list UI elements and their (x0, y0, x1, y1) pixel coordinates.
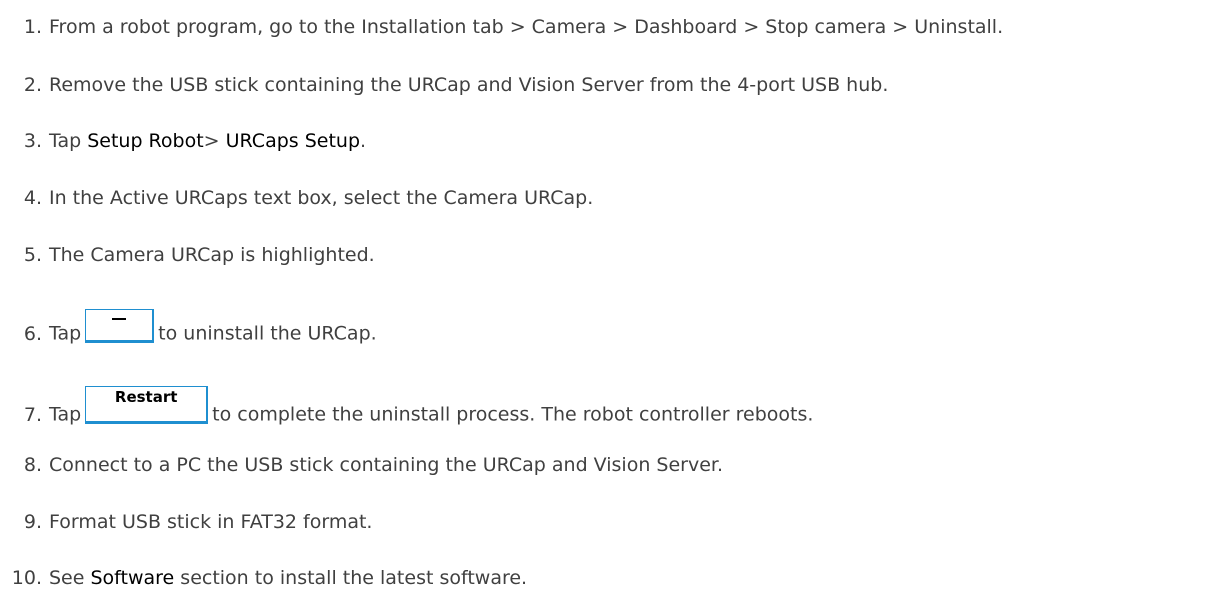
step-1: 1. From a robot program, go to the Instal… (0, 14, 1230, 40)
step-text-prefix: Tap (49, 322, 82, 345)
uninstall-minus-button[interactable] (85, 309, 155, 343)
step-text: Connect to a PC the USB stick containing… (49, 454, 724, 476)
step-number: 3. (23, 130, 42, 152)
step-number: 4. (23, 187, 42, 209)
step-number: 8. (23, 454, 42, 476)
uninstall-steps-list: 1. From a robot program, go to the Instal… (0, 0, 1230, 597)
step-number: 7. (23, 403, 42, 426)
step-number: 1. (23, 16, 42, 38)
step-10: 10. See Software section to install the l… (0, 565, 1230, 591)
step-number: 9. (23, 511, 42, 533)
step-text: Remove the USB stick containing the URCa… (49, 74, 889, 96)
step-text: Format USB stick in FAT32 format. (49, 511, 373, 533)
step-text: In the Active URCaps text box, select th… (49, 187, 594, 209)
step-number: 6. (23, 322, 42, 345)
step-text-prefix: See (49, 567, 91, 589)
step-number: 10. (11, 567, 42, 589)
step-text-suffix: to uninstall the URCap. (158, 322, 377, 345)
step-3: 3. Tap Setup Robot> URCaps Setup. (0, 128, 1230, 154)
step-text-separator: > (203, 130, 226, 152)
step-text-suffix: to complete the uninstall process. The r… (212, 403, 814, 426)
step-4: 4. In the Active URCaps text box, select … (0, 185, 1230, 211)
step-number: 2. (23, 74, 42, 96)
restart-button[interactable]: Restart (85, 386, 209, 424)
step-number: 5. (23, 244, 42, 266)
step-7: 7. TapRestartto complete the uninstall pr… (0, 386, 1230, 434)
step-6: 6. Tap to uninstall the URCap. (0, 309, 1230, 351)
step-text: The Camera URCap is highlighted. (49, 244, 375, 266)
step-text: From a robot program, go to the Installa… (49, 16, 1004, 38)
step-text-prefix: Tap (49, 403, 82, 426)
step-text-suffix: . (360, 130, 367, 152)
setup-robot-link[interactable]: Setup Robot (87, 130, 203, 152)
step-5: 5. The Camera URCap is highlighted. (0, 242, 1230, 268)
step-text-suffix: section to install the latest software. (174, 567, 528, 589)
step-text-prefix: Tap (49, 130, 88, 152)
minus-icon (112, 318, 127, 320)
urcaps-setup-link[interactable]: URCaps Setup (226, 130, 360, 152)
step-8: 8. Connect to a PC the USB stick containi… (0, 452, 1230, 478)
step-2: 2. Remove the USB stick containing the UR… (0, 72, 1230, 98)
step-9: 9. Format USB stick in FAT32 format. (0, 509, 1230, 535)
software-section-link[interactable]: Software (90, 567, 174, 589)
